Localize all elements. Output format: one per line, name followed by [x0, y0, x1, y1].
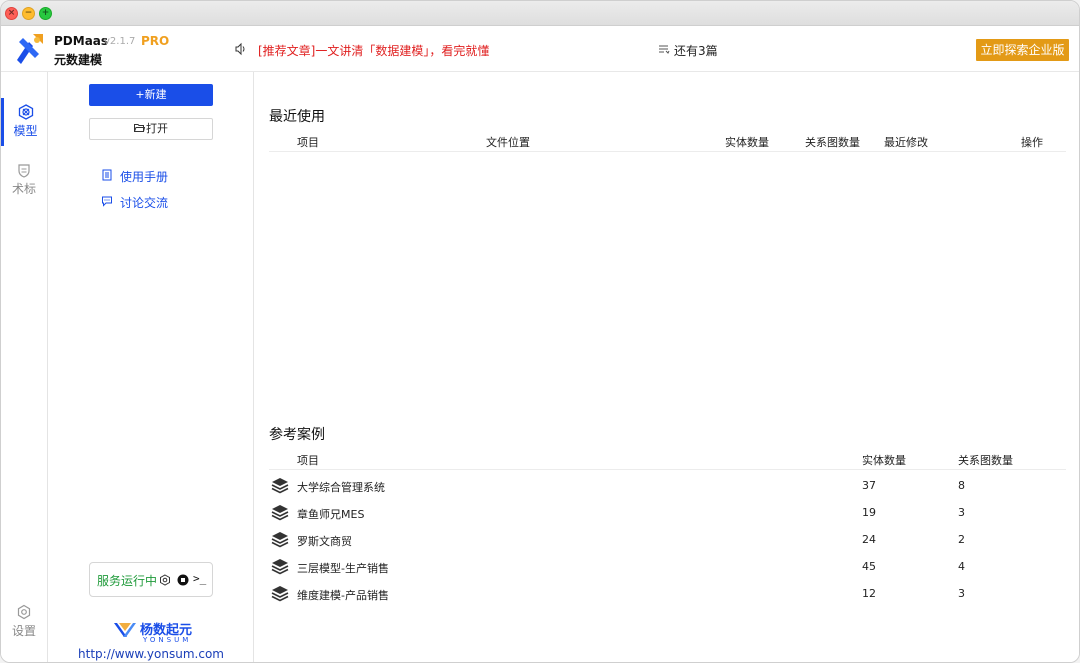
user-manual-link[interactable]: 使用手册	[102, 168, 169, 185]
recent-col-project: 项目	[297, 136, 319, 149]
table-row[interactable]: 三层模型-生产销售 45 4	[269, 554, 1066, 581]
reference-table-header: 项目 实体数量 关系图数量	[269, 450, 1066, 470]
nav-item-model-label: 模型	[13, 124, 38, 138]
row-project-name: 罗斯文商贸	[297, 535, 352, 548]
row-entity-count: 37	[862, 479, 876, 492]
row-project-name: 章鱼师兄MES	[297, 508, 365, 521]
ref-col-diagrams: 关系图数量	[958, 454, 1013, 467]
row-project-name: 三层模型-生产销售	[297, 562, 389, 575]
left-nav: 模型 术标 设置	[1, 72, 48, 662]
main-content: 最近使用 项目 文件位置 实体数量 关系图数量 最近修改 操作 参考案例 项目 …	[255, 72, 1079, 662]
app-version: v2.1.7	[104, 36, 136, 47]
open-project-button[interactable]: 打开	[89, 118, 213, 140]
service-stop-icon[interactable]	[177, 574, 189, 586]
recent-col-location: 文件位置	[486, 136, 530, 149]
minimize-icon: −	[24, 8, 33, 18]
recent-col-diagrams: 关系图数量	[805, 136, 860, 149]
zoom-icon: +	[41, 8, 50, 18]
list-more-icon	[659, 45, 670, 54]
row-diagram-count: 4	[958, 560, 965, 573]
new-project-button[interactable]: +新建	[89, 84, 213, 106]
app-window: × − + PDMaas v2.1.7 PRO 元数建模 [推荐文章]一文讲清「…	[0, 0, 1080, 663]
layers-icon	[271, 586, 289, 602]
recent-table-header: 项目 文件位置 实体数量 关系图数量 最近修改 操作	[269, 132, 1066, 152]
table-row[interactable]: 罗斯文商贸 24 2	[269, 527, 1066, 554]
table-row[interactable]: 维度建模-产品销售 12 3	[269, 581, 1066, 608]
app-logo-icon	[13, 34, 43, 64]
recent-col-modified: 最近修改	[884, 136, 928, 149]
term-icon	[18, 164, 30, 178]
ref-col-project: 项目	[297, 454, 319, 467]
app-header: PDMaas v2.1.7 PRO 元数建模 [推荐文章]一文讲清「数据建模」，…	[1, 26, 1079, 72]
folder-open-icon	[134, 124, 146, 132]
layers-icon	[271, 478, 289, 494]
nav-item-model[interactable]: 模型	[1, 98, 47, 146]
service-settings-icon[interactable]	[159, 574, 171, 586]
recent-col-entities: 实体数量	[725, 136, 769, 149]
recent-col-actions: 操作	[1021, 136, 1043, 149]
row-project-name: 大学综合管理系统	[297, 481, 385, 494]
layers-icon	[271, 559, 289, 575]
discussion-label: 讨论交流	[120, 196, 169, 210]
app-subtitle: 元数建模	[54, 53, 103, 67]
service-status-panel: 服务运行中 >_	[89, 562, 213, 597]
edition-badge: PRO	[141, 34, 170, 48]
table-row[interactable]: 章鱼师兄MES 19 3	[269, 500, 1066, 527]
terminal-icon[interactable]: >_	[193, 572, 206, 585]
row-diagram-count: 3	[958, 506, 965, 519]
layers-icon	[271, 532, 289, 548]
more-articles-link[interactable]: 还有3篇	[674, 42, 718, 59]
minimize-window-button[interactable]: −	[22, 7, 35, 20]
explore-enterprise-button[interactable]: 立即探索企业版	[976, 39, 1069, 61]
row-entity-count: 45	[862, 560, 876, 573]
close-window-button[interactable]: ×	[5, 7, 18, 20]
nav-item-term[interactable]: 术标	[1, 162, 47, 197]
row-project-name: 维度建模-产品销售	[297, 589, 389, 602]
yonsum-logo-icon	[114, 623, 136, 637]
brand-url-link[interactable]: http://www.yonsum.com	[48, 647, 254, 661]
row-diagram-count: 2	[958, 533, 965, 546]
row-diagram-count: 3	[958, 587, 965, 600]
row-diagram-count: 8	[958, 479, 965, 492]
side-panel: +新建 打开 使用手册 讨论交流 服务运行中 >_ 杨数起元 YONSUM ht…	[48, 72, 254, 662]
manual-icon	[102, 169, 112, 181]
row-entity-count: 19	[862, 506, 876, 519]
open-project-label: 打开	[146, 122, 168, 135]
speaker-icon	[235, 42, 245, 56]
settings-gear-icon	[17, 604, 31, 620]
row-entity-count: 12	[862, 587, 876, 600]
recent-section-title: 最近使用	[269, 109, 325, 125]
service-status-text: 服务运行中	[97, 574, 158, 588]
layers-icon	[271, 505, 289, 521]
ref-col-entities: 实体数量	[862, 454, 906, 467]
nav-item-settings[interactable]: 设置	[1, 604, 47, 639]
zoom-window-button[interactable]: +	[39, 7, 52, 20]
reference-section-title: 参考案例	[269, 427, 325, 443]
table-row[interactable]: 大学综合管理系统 37 8	[269, 473, 1066, 500]
nav-item-settings-label: 设置	[11, 624, 36, 638]
news-announcement-link[interactable]: [推荐文章]一文讲清「数据建模」，看完就懂	[258, 42, 489, 59]
nav-item-term-label: 术标	[11, 182, 36, 196]
row-entity-count: 24	[862, 533, 876, 546]
model-icon	[18, 104, 33, 120]
chat-icon	[102, 196, 112, 207]
discussion-link[interactable]: 讨论交流	[102, 194, 169, 211]
brand-subtitle: YONSUM	[143, 636, 192, 644]
user-manual-label: 使用手册	[120, 170, 169, 184]
app-name: PDMaas	[54, 34, 109, 48]
title-bar: × − +	[1, 1, 1079, 26]
close-icon: ×	[7, 8, 16, 18]
brand-logo: 杨数起元 YONSUM	[113, 619, 203, 649]
